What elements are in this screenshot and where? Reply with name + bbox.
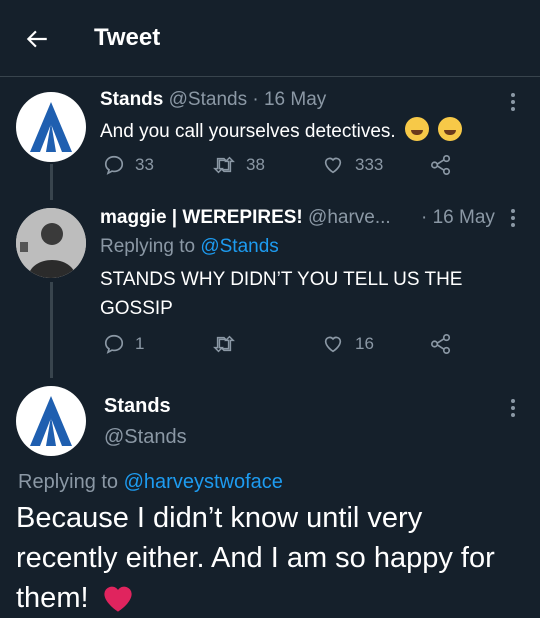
tweet-text: And you call yourselves detectives.	[100, 121, 396, 142]
reply-icon	[104, 334, 124, 354]
share-button[interactable]	[430, 154, 452, 176]
retweet-icon	[213, 156, 235, 174]
share-icon	[431, 155, 451, 175]
retweet-button[interactable]: 38	[212, 154, 265, 176]
like-icon	[324, 157, 342, 174]
author-handle[interactable]: @Stands	[104, 426, 187, 449]
like-button[interactable]: 333	[321, 154, 383, 176]
replying-to-label: Replying to	[100, 236, 196, 257]
more-icon[interactable]	[511, 90, 517, 114]
tweet-text: STANDS WHY DIDN’T YOU TELL US THE GOSSIP	[100, 269, 463, 319]
retweet-icon	[213, 335, 235, 353]
stands-logo-icon	[30, 102, 72, 152]
avatar[interactable]	[16, 386, 86, 456]
reply-count: 33	[135, 155, 154, 174]
reply-button[interactable]: 33	[103, 154, 154, 176]
laughing-emoji-icon	[438, 117, 463, 141]
like-count: 16	[355, 334, 374, 353]
replying-to-label: Replying to	[18, 471, 119, 493]
replying-to-link[interactable]: @harveystwoface	[124, 471, 283, 493]
replying-to-link[interactable]: @Stands	[200, 236, 278, 257]
tweet-date[interactable]: · 16 May	[421, 207, 495, 229]
profile-photo	[16, 208, 86, 278]
main-tweet-line: them!	[16, 582, 89, 614]
laughing-emoji-icon	[405, 117, 429, 141]
main-tweet-line-last: them!	[16, 578, 536, 618]
like-count: 333	[355, 155, 384, 174]
more-icon[interactable]	[511, 396, 517, 420]
main-tweet-line: Because I didn’t know until very	[16, 502, 423, 534]
thread-line	[50, 282, 53, 378]
main-tweet-line: recently either. And I am so happy for	[16, 542, 495, 574]
page-title: Tweet	[94, 24, 161, 51]
more-icon[interactable]	[511, 206, 517, 230]
reply-button[interactable]: 1	[103, 333, 144, 355]
stands-logo-icon	[30, 396, 72, 446]
author-name[interactable]: Stands	[100, 89, 163, 110]
reply-count: 1	[135, 334, 145, 353]
retweet-button[interactable]	[212, 333, 246, 355]
tweet-date[interactable]: · 16 May	[252, 89, 326, 110]
heart-emoji-icon	[103, 586, 132, 612]
like-button[interactable]: 16	[321, 333, 374, 355]
retweet-count: 38	[246, 155, 265, 174]
author-name[interactable]: Stands	[104, 395, 171, 418]
author-handle[interactable]: @harve...	[308, 207, 391, 228]
avatar[interactable]	[16, 208, 86, 278]
thread-line	[50, 164, 53, 200]
author-handle[interactable]: @Stands	[169, 89, 247, 110]
share-icon	[431, 334, 451, 354]
share-button[interactable]	[430, 333, 452, 355]
reply-icon	[104, 155, 124, 175]
main-tweet-text: Because I didn’t know until very recentl…	[16, 498, 536, 618]
back-arrow-icon[interactable]	[24, 26, 50, 52]
like-icon	[324, 336, 342, 353]
avatar[interactable]	[16, 92, 86, 162]
author-name[interactable]: maggie | WEREPIRES!	[100, 207, 303, 228]
header: Tweet	[0, 0, 540, 77]
